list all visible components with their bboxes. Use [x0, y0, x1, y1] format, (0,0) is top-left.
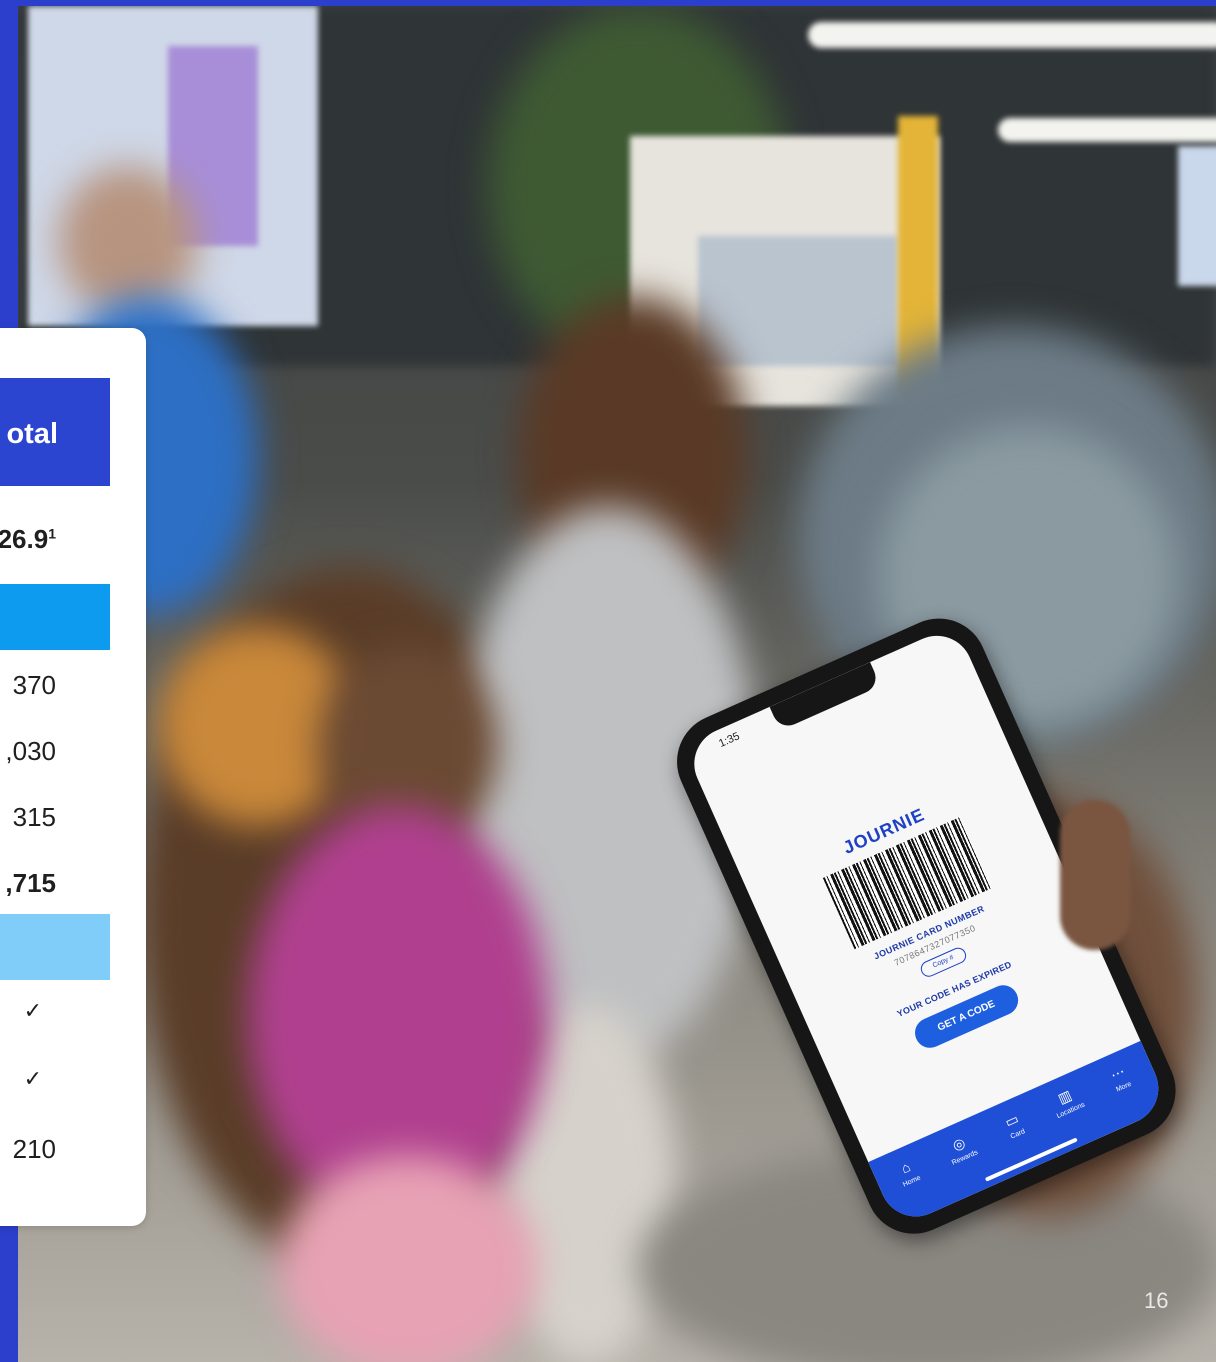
table-cell: 370 — [12, 670, 56, 700]
get-a-code-button[interactable]: GET A CODE — [910, 980, 1023, 1053]
page-number: 16 — [1144, 1288, 1169, 1313]
table-cell: 26.91 — [0, 524, 56, 554]
footnote-marker: 1 — [48, 525, 56, 542]
nav-card[interactable]: ▭ Card — [983, 1101, 1045, 1148]
nav-label: Home — [901, 1174, 922, 1189]
table-cell: ,715 — [5, 868, 56, 898]
check-mark-icon: ✓ — [23, 998, 42, 1023]
check-mark-icon: ✓ — [23, 1066, 42, 1091]
table-header-label: otal — [6, 418, 58, 450]
nav-locations[interactable]: ▥ Locations — [1036, 1078, 1098, 1125]
nav-more[interactable]: ⋯ More — [1089, 1054, 1151, 1101]
table-cell: ,030 — [5, 736, 56, 766]
table-cell: 210 — [12, 1134, 56, 1164]
section-band-light-blue — [0, 914, 110, 980]
thumb — [1060, 800, 1130, 950]
status-time: 1:35 — [717, 730, 742, 750]
section-band-mid-blue — [0, 584, 110, 650]
summary-table-card: otal 26.91 370 ,030 315 ,715 ✓ ✓ 210 — [0, 328, 146, 1226]
nav-rewards[interactable]: ◎ Rewards — [930, 1125, 992, 1172]
table-cell: 315 — [12, 802, 56, 832]
table-header: otal — [0, 378, 110, 486]
nav-label: More — [1115, 1080, 1133, 1094]
nav-label: Card — [1009, 1128, 1027, 1141]
nav-home[interactable]: ⌂ Home — [877, 1149, 939, 1196]
